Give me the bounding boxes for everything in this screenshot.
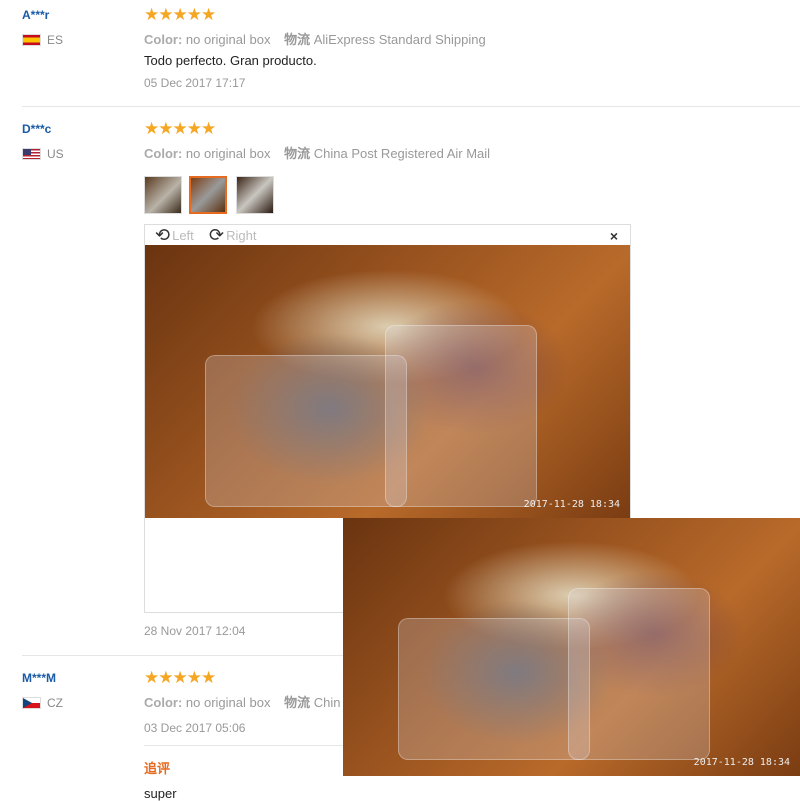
color-label: Color: (144, 32, 183, 47)
color-value: no original box (185, 32, 271, 47)
rotate-right-button[interactable]: ⟳ Right (209, 225, 256, 246)
review-photo: 2017-11-28 18:34 (145, 245, 630, 518)
shipping-label: 物流 (284, 146, 311, 161)
followup-text: super (144, 786, 177, 801)
zoomed-photo-preview: 2017-11-28 18:34 (343, 518, 800, 776)
country-code: US (47, 147, 64, 161)
order-attributes: Color: no original box 物流 Chin (144, 692, 340, 711)
shipping-label: 物流 (284, 695, 311, 710)
flag-us-icon (22, 148, 41, 160)
color-value: no original box (185, 146, 271, 161)
color-value: no original box (185, 695, 271, 710)
close-icon[interactable]: × (610, 228, 618, 244)
rotate-right-label: Right (226, 228, 257, 243)
review-photo-thumbnail-selected[interactable] (189, 176, 227, 214)
rotate-left-label: Left (172, 228, 194, 243)
flag-es-icon (22, 34, 41, 46)
photo-bag-left (205, 355, 407, 507)
color-label: Color: (144, 695, 183, 710)
review-photo-thumbnail[interactable] (236, 176, 274, 214)
star-rating: ★★★★★ (144, 5, 216, 24)
reviewer-name: A***r (22, 8, 50, 22)
review-item: A***r ES ★★★★★ Color: no original box 物流… (0, 0, 800, 106)
order-attributes: Color: no original box 物流 AliExpress Sta… (144, 29, 486, 48)
order-attributes: Color: no original box 物流 China Post Reg… (144, 143, 490, 162)
photo-bag-right (385, 325, 537, 507)
shipping-value: AliExpress Standard Shipping (313, 32, 486, 47)
star-rating: ★★★★★ (144, 119, 216, 138)
shipping-value: Chin (313, 695, 341, 710)
star-rating: ★★★★★ (144, 668, 216, 687)
review-date: 05 Dec 2017 17:17 (144, 76, 246, 90)
rotate-right-icon: ⟳ (209, 225, 225, 245)
review-text: Todo perfecto. Gran producto. (144, 53, 317, 68)
reviewer-country: ES (22, 33, 63, 47)
shipping-label: 物流 (284, 32, 311, 47)
rotate-left-button[interactable]: ⟲ Left (155, 225, 194, 246)
color-label: Color: (144, 146, 183, 161)
flag-cz-icon (22, 697, 41, 709)
review-date: 28 Nov 2017 12:04 (144, 624, 246, 638)
country-code: ES (47, 33, 64, 47)
zoom-timestamp: 2017-11-28 18:34 (693, 757, 790, 768)
reviewer-country: CZ (22, 696, 63, 710)
reviewer-name: M***M (22, 671, 57, 685)
review-date: 03 Dec 2017 05:06 (144, 721, 246, 735)
reviewer-name: D***c (22, 122, 52, 136)
rotate-left-icon: ⟲ (155, 225, 171, 245)
photo-timestamp: 2017-11-28 18:34 (523, 499, 620, 510)
photo-bag-right (568, 588, 710, 760)
followup-label: 追评 (144, 761, 171, 776)
shipping-value: China Post Registered Air Mail (313, 146, 491, 161)
review-photo-thumbnail[interactable] (144, 176, 182, 214)
country-code: CZ (47, 696, 63, 710)
photo-bag-left (398, 618, 590, 760)
reviewer-country: US (22, 147, 64, 161)
